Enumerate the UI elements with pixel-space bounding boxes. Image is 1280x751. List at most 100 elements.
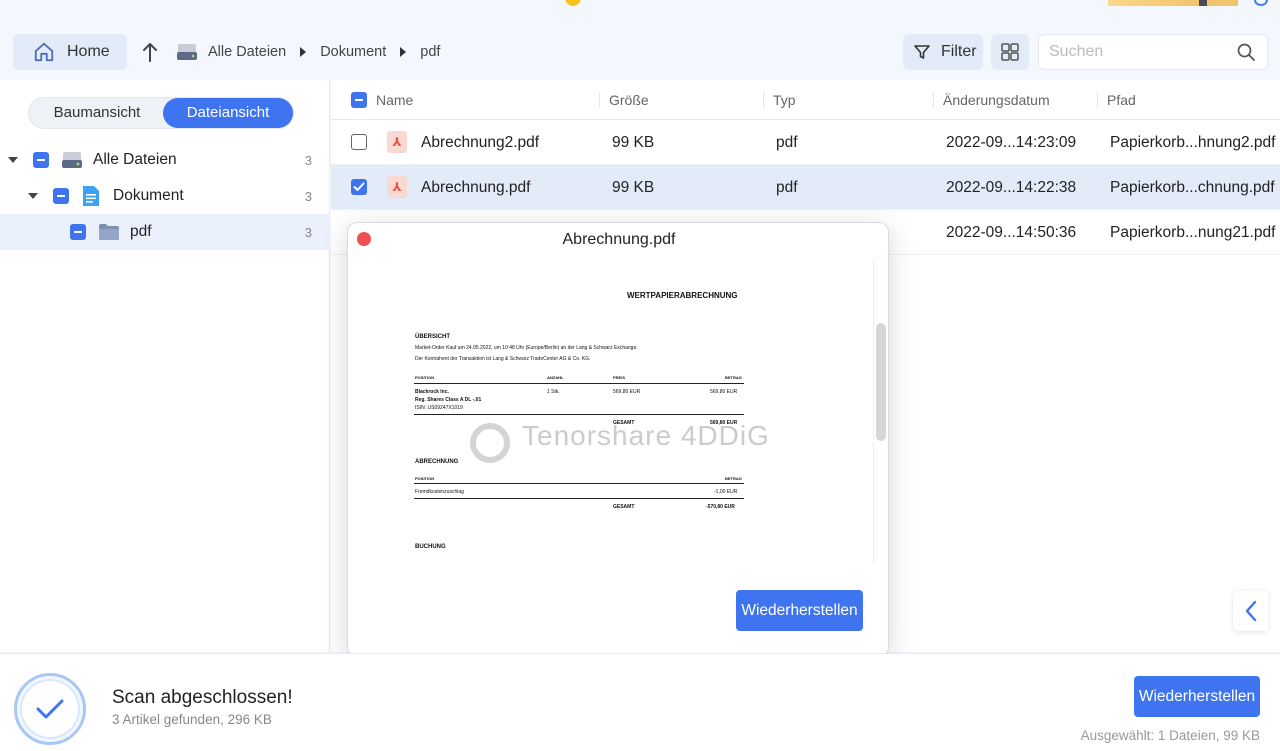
breadcrumb-item[interactable]: Alle Dateien (208, 44, 286, 60)
selection-summary: Ausgewählt: 1 Dateien, 99 KB (1080, 728, 1260, 743)
scan-complete-badge (14, 673, 86, 745)
scan-status-title: Scan abgeschlossen! (112, 687, 293, 708)
doc-section-title: ABRECHNUNG (415, 459, 459, 465)
doc-total-label: GESAMT (613, 504, 635, 510)
expand-caret-icon[interactable] (8, 157, 18, 163)
checkmark-icon (353, 182, 365, 191)
doc-text: Blackrock Inc. (415, 389, 449, 395)
pdf-icon: ⅄ (387, 176, 407, 198)
tree-item-label: Dokument (113, 187, 184, 204)
tree-view-tab[interactable]: Baumansicht (33, 98, 161, 128)
preview-dialog: Abrechnung.pdf WERTPAPIERABRECHNUNG ÜBER… (347, 222, 889, 657)
doc-column-label: BETRAG (725, 476, 742, 481)
account-icon[interactable] (1254, 0, 1268, 6)
doc-rule (414, 498, 744, 499)
filter-button[interactable]: Filter (903, 34, 983, 70)
breadcrumb-item[interactable]: pdf (420, 44, 440, 60)
column-divider[interactable] (763, 92, 764, 108)
doc-text: Market-Order Kauf am 24.05.2022, um 10:4… (415, 345, 638, 351)
breadcrumb-item[interactable]: Dokument (320, 44, 386, 60)
doc-text: Reg. Shares Class A DL -,01 (415, 397, 482, 403)
tree-item-label: Alle Dateien (93, 151, 177, 168)
table-row[interactable]: ⅄ Abrechnung.pdf 99 KB pdf 2022-09...14:… (331, 165, 1280, 210)
partial-checkbox[interactable] (70, 224, 86, 240)
doc-heading: WERTPAPIERABRECHNUNG (627, 291, 738, 300)
doc-text: -1,00 EUR (714, 489, 738, 495)
scan-complete-inner (22, 681, 78, 737)
doc-text: Fremdkostenzuschlag (415, 489, 464, 495)
doc-text: 569,80 EUR (710, 389, 738, 395)
restore-button[interactable]: Wiederherstellen (1134, 676, 1260, 717)
tree-item-all-files[interactable]: Alle Dateien 3 (0, 142, 330, 178)
doc-column-label: ANZAHL (547, 375, 564, 380)
column-header-date[interactable]: Änderungsdatum (943, 92, 1050, 108)
file-name: Abrechnung.pdf (421, 179, 531, 196)
column-divider[interactable] (599, 92, 600, 108)
grid-view-button[interactable] (991, 34, 1029, 70)
scrollbar-thumb[interactable] (876, 323, 886, 441)
file-type: pdf (776, 179, 798, 196)
column-header-path[interactable]: Pfad (1107, 92, 1136, 108)
pdf-icon: ⅄ (387, 131, 407, 153)
home-button[interactable]: Home (13, 34, 127, 70)
breadcrumb-separator-icon (300, 47, 307, 57)
expand-caret-icon[interactable] (28, 193, 38, 199)
search-input[interactable] (1039, 35, 1229, 69)
doc-rule (414, 483, 744, 484)
column-header-size[interactable]: Größe (609, 92, 649, 108)
file-path: Papierkorb...hnung2.pdf (1110, 134, 1276, 151)
promo-banner[interactable] (1108, 0, 1238, 6)
document-preview[interactable]: WERTPAPIERABRECHNUNG ÜBERSICHT Market-Or… (348, 259, 872, 563)
scrollbar-track[interactable] (873, 259, 874, 563)
search-icon[interactable] (1237, 43, 1255, 61)
file-path: Papierkorb...chnung.pdf (1110, 179, 1275, 196)
up-arrow-icon[interactable] (140, 40, 160, 64)
doc-column-label: POSITION (415, 476, 435, 481)
table-row[interactable]: ⅄ Abrechnung2.pdf 99 KB pdf 2022-09...14… (331, 120, 1280, 165)
row-checkbox[interactable] (351, 179, 367, 195)
drive-icon (177, 44, 197, 60)
status-bar: Scan abgeschlossen! 3 Artikel gefunden, … (0, 653, 1280, 751)
tree-item-document[interactable]: Dokument 3 (0, 178, 330, 214)
watermark-logo-icon (470, 423, 510, 463)
top-strip (0, 0, 1280, 30)
doc-column-label: BETRAG (725, 375, 742, 380)
preview-restore-button[interactable]: Wiederherstellen (736, 590, 863, 631)
file-path: Papierkorb...nung21.pdf (1110, 224, 1276, 241)
collapse-panel-button[interactable] (1233, 591, 1268, 631)
column-header-name[interactable]: Name (376, 92, 413, 108)
doc-rule (414, 414, 744, 415)
select-all-checkbox[interactable] (351, 92, 367, 108)
file-date: 2022-09...14:23:09 (946, 134, 1077, 151)
doc-rule (414, 383, 744, 384)
tree-item-count: 3 (304, 224, 312, 240)
drive-icon (62, 152, 82, 168)
app-logo-fragment (565, 0, 581, 6)
doc-text: ISIN: US09247X1019 (415, 405, 463, 411)
sidebar: Baumansicht Dateiansicht Alle Dateien 3 … (0, 80, 330, 652)
doc-text: Der Kontrahent der Transaktion ist Lang … (415, 356, 591, 362)
file-view-tab[interactable]: Dateiansicht (163, 98, 293, 128)
doc-total: -570,80 EUR (706, 504, 735, 510)
partial-checkbox[interactable] (33, 152, 49, 168)
column-header-type[interactable]: Typ (773, 92, 796, 108)
tree-item-label: pdf (130, 223, 152, 240)
breadcrumb: Alle Dateien Dokument pdf (176, 40, 440, 64)
column-divider[interactable] (933, 92, 934, 108)
column-divider[interactable] (1097, 92, 1098, 108)
file-name: Abrechnung2.pdf (421, 134, 540, 151)
filter-icon (914, 45, 930, 59)
tree-item-pdf[interactable]: pdf 3 (0, 214, 330, 250)
tree-item-count: 3 (304, 188, 312, 204)
partial-checkbox[interactable] (53, 188, 69, 204)
row-checkbox[interactable] (351, 134, 367, 150)
home-label: Home (67, 43, 110, 60)
home-icon (34, 42, 54, 62)
doc-column-label: POSITION (415, 375, 435, 380)
doc-section-title: BUCHUNG (415, 544, 446, 550)
file-size: 99 KB (612, 134, 655, 151)
grid-icon (1001, 43, 1019, 61)
scan-status-summary: 3 Artikel gefunden, 296 KB (112, 712, 272, 727)
breadcrumb-separator-icon (400, 47, 407, 57)
view-toggle: Baumansicht Dateiansicht (28, 97, 294, 129)
